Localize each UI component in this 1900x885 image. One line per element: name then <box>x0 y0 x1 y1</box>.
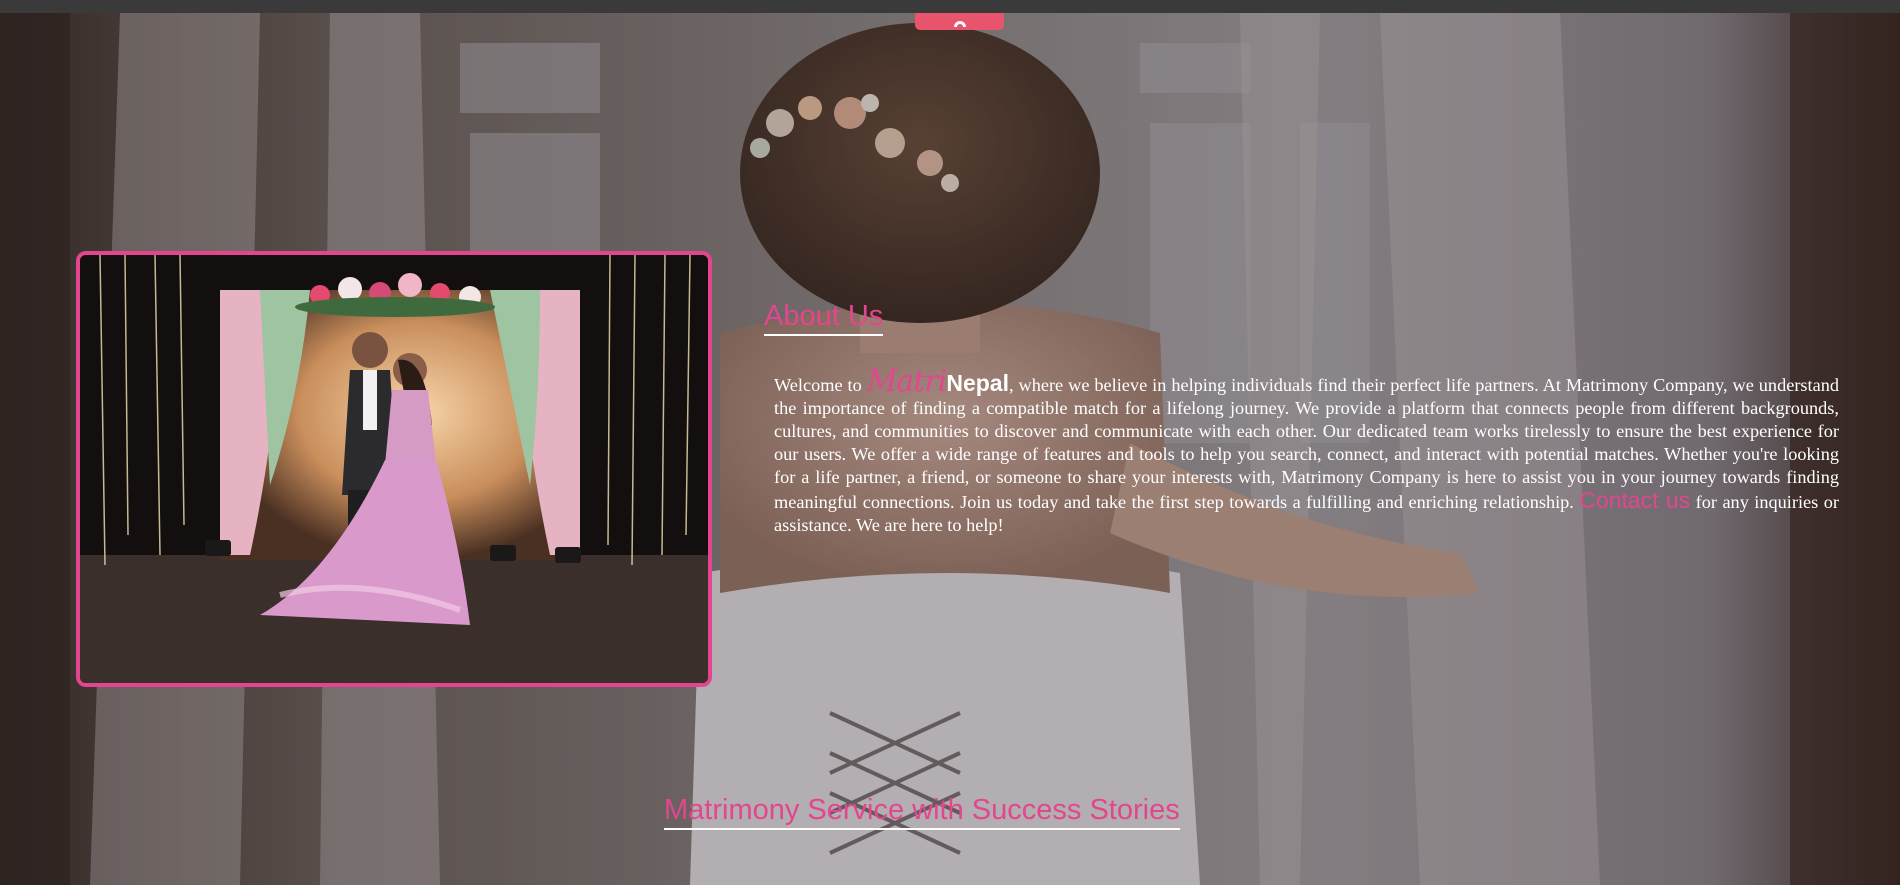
welcome-text: Welcome to <box>774 375 867 395</box>
top-bar <box>0 0 1900 13</box>
brand-logo-nepal: Nepal <box>946 370 1009 396</box>
about-us-heading: About Us <box>764 299 884 336</box>
couple-photo <box>76 251 712 687</box>
success-stories-heading: Matrimony Service with Success Stories <box>664 793 1180 830</box>
brand-logo-matri: Matri <box>866 364 948 399</box>
contact-us-link[interactable]: Contact us <box>1579 487 1690 513</box>
about-us-text: Welcome to MatriNepal, where we believe … <box>774 367 1839 537</box>
scroll-top-tab[interactable] <box>915 13 1004 30</box>
scroll-up-icon <box>953 20 966 27</box>
